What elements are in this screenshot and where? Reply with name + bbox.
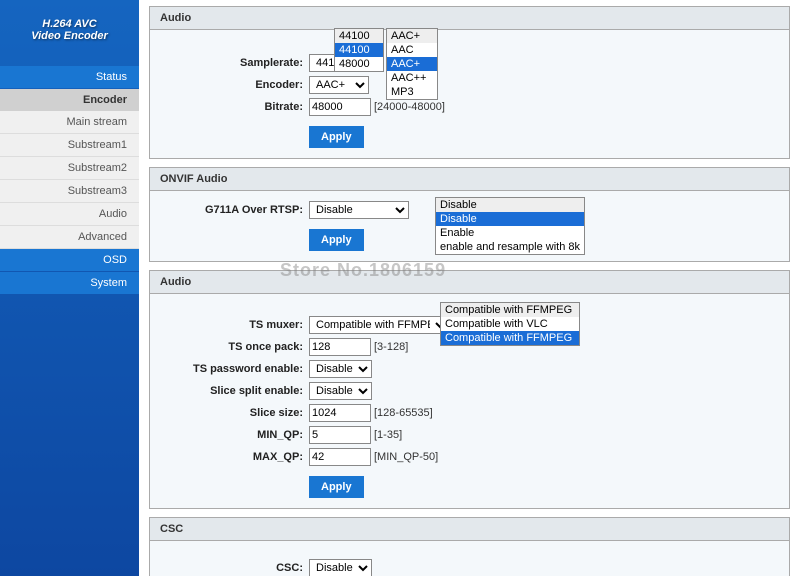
nav-sub-advanced[interactable]: Advanced [0,226,139,249]
nav-encoder[interactable]: Encoder [0,89,139,111]
ts-muxer-option-sel[interactable]: Compatible with FFMPEG [441,331,579,345]
min-qp-input[interactable] [309,426,371,444]
ts-muxer-option[interactable]: Compatible with FFMPEG [441,303,579,317]
csc-label: CSC: [164,562,309,574]
apply-onvif[interactable]: Apply [309,229,364,251]
ts-once-hint: [3-128] [374,341,408,353]
samplerate-option[interactable]: 48000 [335,57,383,71]
panel-audio2-title: Audio [150,271,789,294]
bitrate-label: Bitrate: [164,101,309,113]
nav-sub-1[interactable]: Substream1 [0,134,139,157]
bitrate-input[interactable] [309,98,371,116]
encoder-option[interactable]: AAC+ [387,29,437,43]
max-qp-label: MAX_QP: [164,451,309,463]
samplerate-dropdown[interactable]: 44100 44100 48000 [334,28,384,72]
g711-select[interactable]: Disable [309,201,409,219]
nav-sub-3[interactable]: Substream3 [0,180,139,203]
nav-system[interactable]: System [0,272,139,294]
encoder-option-sel[interactable]: AAC+ [387,57,437,71]
g711-option-sel[interactable]: Disable [436,212,584,226]
ts-muxer-option[interactable]: Compatible with VLC [441,317,579,331]
apply-audio2[interactable]: Apply [309,476,364,498]
logo: H.264 AVC Video Encoder [0,0,139,60]
slice-split-select[interactable]: Disable [309,382,372,400]
slice-size-label: Slice size: [164,407,309,419]
encoder-option[interactable]: AAC++ [387,71,437,85]
g711-option[interactable]: Enable [436,226,584,240]
g711-option[interactable]: enable and resample with 8k [436,240,584,254]
nav-status[interactable]: Status [0,66,139,88]
sidebar: H.264 AVC Video Encoder Status Encoder M… [0,0,139,576]
panel-audio1: Audio Samplerate: 44100 Encoder: AAC+ Bi… [149,6,790,159]
nav-sub-2[interactable]: Substream2 [0,157,139,180]
max-qp-input[interactable] [309,448,371,466]
samplerate-label: Samplerate: [164,57,309,69]
panel-onvif: ONVIF Audio G711A Over RTSP: Disable App… [149,167,790,262]
ts-once-label: TS once pack: [164,341,309,353]
panel-onvif-title: ONVIF Audio [150,168,789,191]
g711-label: G711A Over RTSP: [164,204,309,216]
min-qp-hint: [1-35] [374,429,402,441]
nav: Status Encoder Main stream Substream1 Su… [0,66,139,295]
nav-osd[interactable]: OSD [0,249,139,271]
panel-csc: CSC CSC: Disable Contrast: [0-255],Defau… [149,517,790,576]
nav-sub-main[interactable]: Main stream [0,111,139,134]
encoder-label: Encoder: [164,79,309,91]
bitrate-hint: [24000-48000] [374,101,445,113]
slice-split-label: Slice split enable: [164,385,309,397]
content: Audio Samplerate: 44100 Encoder: AAC+ Bi… [139,0,800,576]
ts-pw-select[interactable]: Disable [309,360,372,378]
ts-pw-label: TS password enable: [164,363,309,375]
min-qp-label: MIN_QP: [164,429,309,441]
samplerate-option[interactable]: 44100 [335,29,383,43]
ts-muxer-label: TS muxer: [164,319,309,331]
csc-select[interactable]: Disable [309,559,372,576]
g711-option[interactable]: Disable [436,198,584,212]
apply-audio1[interactable]: Apply [309,126,364,148]
g711-dropdown[interactable]: Disable Disable Enable enable and resamp… [435,197,585,255]
max-qp-hint: [MIN_QP-50] [374,451,438,463]
encoder-option[interactable]: AAC [387,43,437,57]
nav-encoder-group: Encoder Main stream Substream1 Substream… [0,89,139,249]
panel-audio1-title: Audio [150,7,789,30]
encoder-select[interactable]: AAC+ [309,76,369,94]
ts-muxer-select[interactable]: Compatible with FFMPEG [309,316,449,334]
encoder-dropdown[interactable]: AAC+ AAC AAC+ AAC++ MP3 [386,28,438,100]
ts-muxer-dropdown[interactable]: Compatible with FFMPEG Compatible with V… [440,302,580,346]
logo-line1: H.264 AVC [8,18,131,30]
samplerate-option-sel[interactable]: 44100 [335,43,383,57]
panel-audio2: Audio TS muxer: Compatible with FFMPEG T… [149,270,790,509]
ts-once-input[interactable] [309,338,371,356]
encoder-option[interactable]: MP3 [387,85,437,99]
panel-csc-title: CSC [150,518,789,541]
logo-line2: Video Encoder [8,30,131,42]
slice-size-hint: [128-65535] [374,407,433,419]
nav-sub-audio[interactable]: Audio [0,203,139,226]
slice-size-input[interactable] [309,404,371,422]
